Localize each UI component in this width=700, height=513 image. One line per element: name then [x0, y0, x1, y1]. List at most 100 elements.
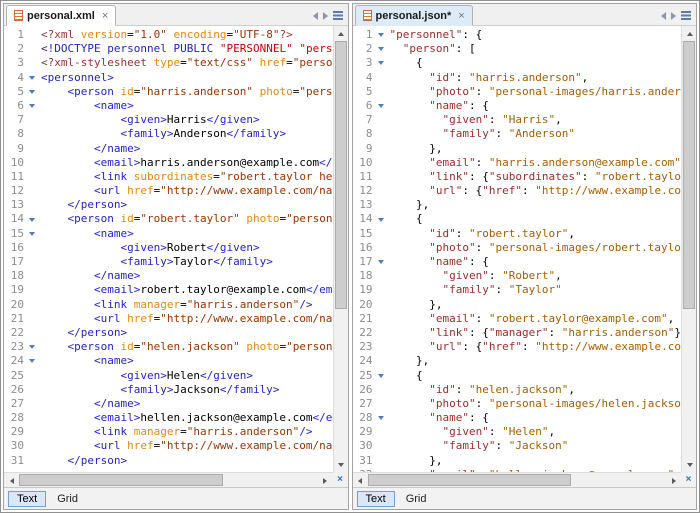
fold-toggle-icon[interactable] [375, 369, 387, 383]
code-line[interactable]: 11 <link subordinates="robert.taylor hel… [4, 170, 333, 184]
code-line[interactable]: 26 <family>Jackson</family> [4, 383, 333, 397]
code-line[interactable]: 30 "family": "Jackson" [353, 439, 682, 453]
code-line[interactable]: 4<personnel> [4, 71, 333, 85]
code-line[interactable]: 28 "name": { [353, 411, 682, 425]
code-line[interactable]: 2<!DOCTYPE personnel PUBLIC "PERSONNEL" … [4, 42, 333, 56]
fold-toggle-icon[interactable] [26, 71, 38, 85]
code-line[interactable]: 8 <family>Anderson</family> [4, 127, 333, 141]
scroll-down-icon[interactable] [682, 457, 696, 472]
code-line[interactable]: 26 "id": "helen.jackson", [353, 383, 682, 397]
scroll-left-icon[interactable] [4, 473, 19, 487]
code-line[interactable]: 6 "name": { [353, 99, 682, 113]
code-line[interactable]: 13 </person> [4, 198, 333, 212]
code-line[interactable]: 23 <person id="helen.jackson" photo="per… [4, 340, 333, 354]
code-line[interactable]: 17 "name": { [353, 255, 682, 269]
code-line[interactable]: 14 <person id="robert.taylor" photo="per… [4, 212, 333, 226]
code-editor[interactable]: 1<?xml version="1.0" encoding="UTF-8"?>2… [4, 26, 348, 487]
code-line[interactable]: 3<?xml-stylesheet type="text/css" href="… [4, 56, 333, 70]
code-line[interactable]: 5 "photo": "personal-images/harris.ander… [353, 85, 682, 99]
code-line[interactable]: 29 "given": "Helen", [353, 425, 682, 439]
code-line[interactable]: 11 "link": {"subordinates": "robert.tayl… [353, 170, 682, 184]
code-line[interactable]: 17 <family>Taylor</family> [4, 255, 333, 269]
code-line[interactable]: 6 <name> [4, 99, 333, 113]
fold-toggle-icon[interactable] [26, 227, 38, 241]
code-line[interactable]: 20 }, [353, 298, 682, 312]
code-line[interactable]: 3 { [353, 56, 682, 70]
code-line[interactable]: 27 </name> [4, 397, 333, 411]
fold-toggle-icon[interactable] [375, 255, 387, 269]
scroll-right-icon[interactable] [666, 473, 681, 487]
fold-toggle-icon[interactable] [26, 212, 38, 226]
code-line[interactable]: 4 "id": "harris.anderson", [353, 71, 682, 85]
code-line[interactable]: 21 "email": "robert.taylor@example.com", [353, 312, 682, 326]
code-line[interactable]: 21 <url href="http://www.example.com/na/… [4, 312, 333, 326]
code-line[interactable]: 23 "url": {"href": "http://www.example.c… [353, 340, 682, 354]
code-line[interactable]: 24 <name> [4, 354, 333, 368]
fold-toggle-icon[interactable] [26, 340, 38, 354]
scroll-left-icon[interactable] [353, 473, 368, 487]
horizontal-scroll-thumb[interactable] [368, 474, 572, 486]
code-line[interactable]: 19 <email>robert.taylor@example.com</ema… [4, 283, 333, 297]
scroll-down-icon[interactable] [334, 457, 348, 472]
fold-toggle-icon[interactable] [375, 411, 387, 425]
fold-toggle-icon[interactable] [26, 85, 38, 99]
scroll-tabs-right-icon[interactable] [323, 12, 328, 20]
text-mode-button[interactable]: Text [357, 491, 395, 507]
code-line[interactable]: 18 "given": "Robert", [353, 269, 682, 283]
fold-toggle-icon[interactable] [375, 99, 387, 113]
fold-toggle-icon[interactable] [375, 42, 387, 56]
grid-mode-button[interactable]: Grid [398, 492, 435, 506]
code-line[interactable]: 1"personnel": { [353, 28, 682, 42]
fold-toggle-icon[interactable] [375, 56, 387, 70]
tab-personal-xml[interactable]: personal.xml × [6, 5, 116, 26]
code-line[interactable]: 16 "photo": "personal-images/robert.tayl… [353, 241, 682, 255]
code-line[interactable]: 18 </name> [4, 269, 333, 283]
scroll-tabs-left-icon[interactable] [661, 12, 666, 20]
code-line[interactable]: 22 </person> [4, 326, 333, 340]
code-line[interactable]: 2 "person": [ [353, 42, 682, 56]
horizontal-scrollbar[interactable] [353, 472, 682, 487]
tab-close-icon[interactable]: × [102, 11, 108, 21]
code-line[interactable]: 22 "link": {"manager": "harris.anderson"… [353, 326, 682, 340]
close-split-icon[interactable]: × [333, 472, 348, 487]
code-line[interactable]: 7 "given": "Harris", [353, 113, 682, 127]
close-split-icon[interactable]: × [681, 472, 696, 487]
tab-list-icon[interactable] [333, 11, 343, 20]
code-line[interactable]: 24 }, [353, 354, 682, 368]
code-line[interactable]: 14 { [353, 212, 682, 226]
code-line[interactable]: 25 { [353, 369, 682, 383]
horizontal-scroll-thumb[interactable] [19, 474, 223, 486]
fold-toggle-icon[interactable] [375, 28, 387, 42]
code-line[interactable]: 13 }, [353, 198, 682, 212]
code-line[interactable]: 28 <email>hellen.jackson@example.com</em… [4, 411, 333, 425]
code-line[interactable]: 5 <person id="harris.anderson" photo="pe… [4, 85, 333, 99]
code-line[interactable]: 30 <url href="http://www.example.com/na/… [4, 439, 333, 453]
code-line[interactable]: 8 "family": "Anderson" [353, 127, 682, 141]
code-line[interactable]: 1<?xml version="1.0" encoding="UTF-8"?> [4, 28, 333, 42]
code-line[interactable]: 12 "url": {"href": "http://www.example.c… [353, 184, 682, 198]
vertical-scrollbar[interactable] [333, 26, 348, 472]
code-line[interactable]: 29 <link manager="harris.anderson"/> [4, 425, 333, 439]
fold-toggle-icon[interactable] [26, 354, 38, 368]
code-line[interactable]: 9 </name> [4, 142, 333, 156]
code-line[interactable]: 10 <email>harris.anderson@example.com</e… [4, 156, 333, 170]
code-viewport[interactable]: 1"personnel": {2 "person": [3 {4 "id": "… [353, 26, 682, 472]
code-line[interactable]: 25 <given>Helen</given> [4, 369, 333, 383]
text-mode-button[interactable]: Text [8, 491, 46, 507]
code-line[interactable]: 10 "email": "harris.anderson@example.com… [353, 156, 682, 170]
vertical-scroll-thumb[interactable] [683, 41, 695, 309]
grid-mode-button[interactable]: Grid [49, 492, 86, 506]
horizontal-scrollbar[interactable] [4, 472, 333, 487]
vertical-scrollbar[interactable] [681, 26, 696, 472]
code-line[interactable]: 20 <link manager="harris.anderson"/> [4, 298, 333, 312]
scroll-tabs-right-icon[interactable] [671, 12, 676, 20]
code-line[interactable]: 27 "photo": "personal-images/helen.jacks… [353, 397, 682, 411]
tab-list-icon[interactable] [681, 11, 691, 20]
fold-toggle-icon[interactable] [375, 212, 387, 226]
code-line[interactable]: 15 <name> [4, 227, 333, 241]
scroll-up-icon[interactable] [682, 26, 696, 41]
fold-toggle-icon[interactable] [26, 99, 38, 113]
scroll-up-icon[interactable] [334, 26, 348, 41]
code-line[interactable]: 15 "id": "robert.taylor", [353, 227, 682, 241]
code-line[interactable]: 19 "family": "Taylor" [353, 283, 682, 297]
